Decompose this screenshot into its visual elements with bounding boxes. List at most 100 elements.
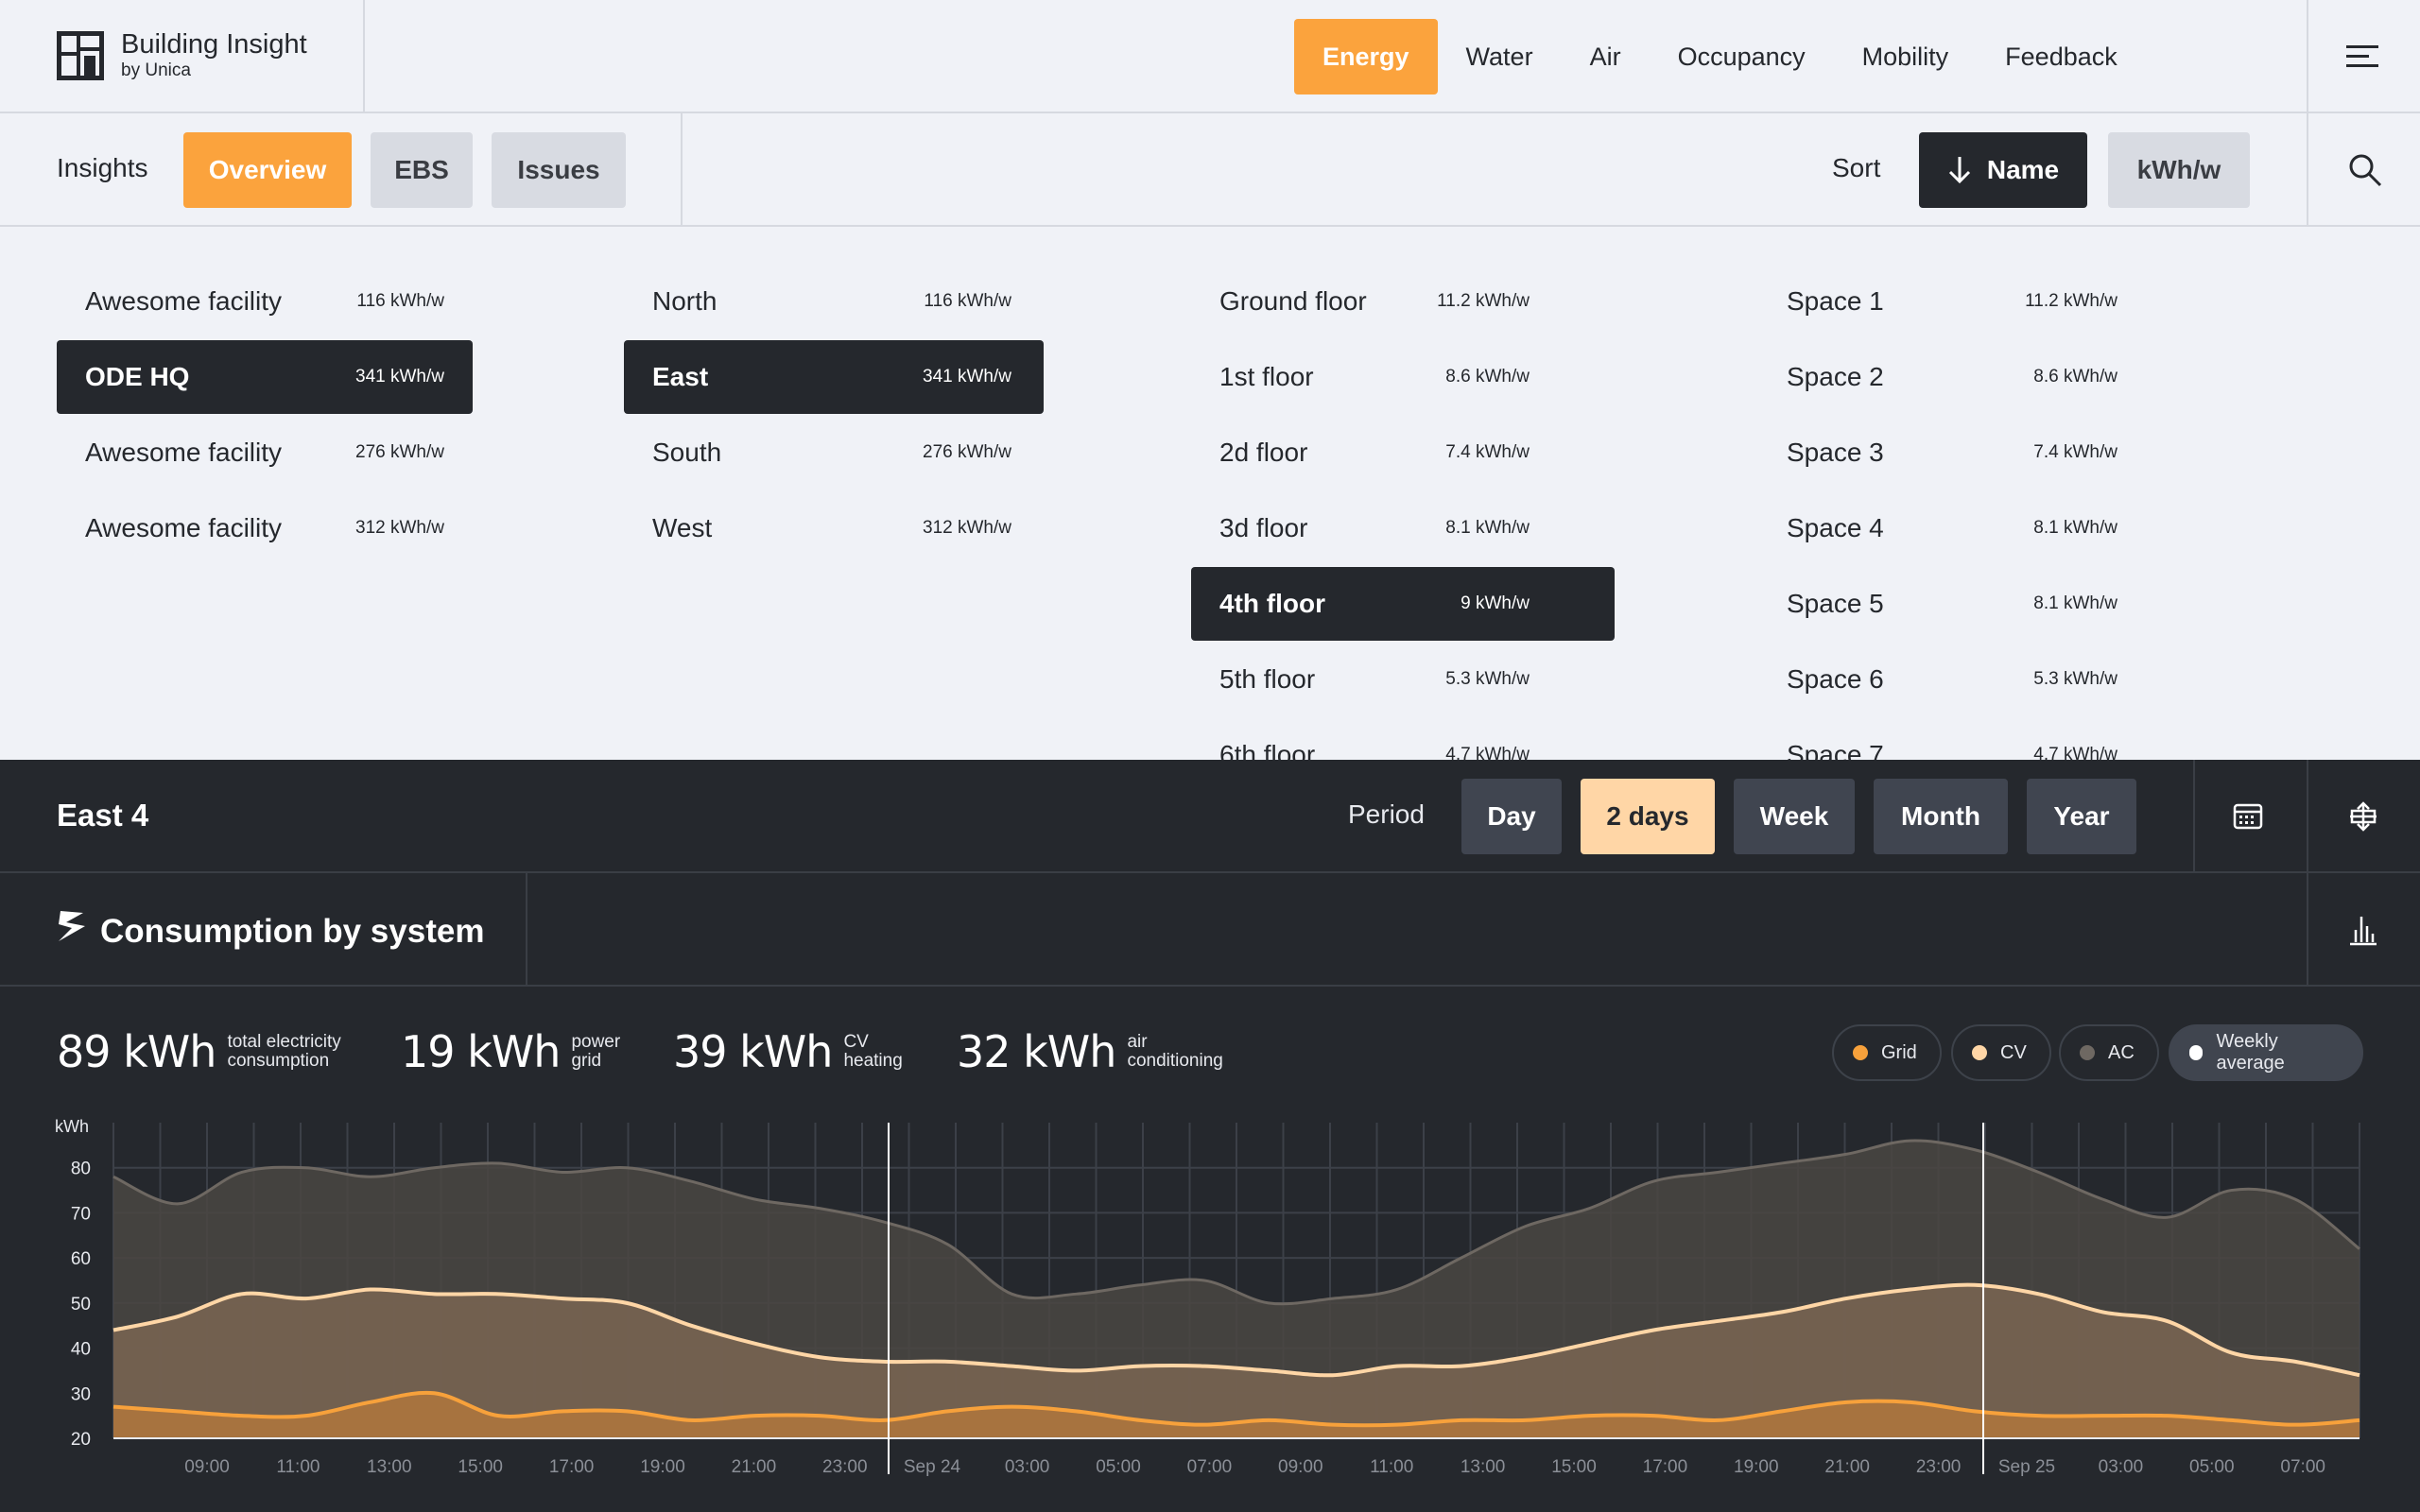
stat-total: 89 kWh total electricity consumption (57, 1026, 341, 1077)
sort-label: Sort (1832, 153, 1881, 182)
legend-cv-toggle[interactable]: CV (1951, 1024, 2051, 1081)
list-item[interactable]: East 341 kWh/w (624, 340, 1044, 414)
period-week-button[interactable]: Week (1734, 779, 1855, 854)
list-item[interactable]: Awesome facility 116 kWh/w (57, 265, 473, 338)
period-2days-button[interactable]: 2 days (1581, 779, 1715, 854)
legend-dot (1853, 1045, 1868, 1060)
insights-bar: Insights Overview EBS Issues Sort Name k… (0, 113, 2420, 227)
tab-issues[interactable]: Issues (492, 132, 626, 208)
list-item[interactable]: Space 6 5.3 kWh/w (1758, 643, 2146, 716)
list-item[interactable]: 6th floor 4.7 kWh/w (1191, 718, 1615, 760)
nav-feedback[interactable]: Feedback (1977, 19, 2146, 94)
divider (2193, 760, 2195, 873)
list-item[interactable]: Space 2 8.6 kWh/w (1758, 340, 2146, 414)
list-item[interactable]: North 116 kWh/w (624, 265, 1044, 338)
stat-cv: 39 kWh CV heating (673, 1026, 903, 1077)
list-item[interactable]: 1st floor 8.6 kWh/w (1191, 340, 1615, 414)
bar-chart-icon[interactable] (2348, 911, 2378, 947)
sort-name-label: Name (1986, 155, 2060, 184)
tab-ebs[interactable]: EBS (371, 132, 473, 208)
list-item[interactable]: Space 4 8.1 kWh/w (1758, 491, 2146, 565)
item-name: East (652, 362, 709, 391)
x-tick-label: Sep 24 (904, 1457, 961, 1477)
list-item[interactable]: Ground floor 11.2 kWh/w (1191, 265, 1615, 338)
divider (526, 873, 527, 987)
nav-water[interactable]: Water (1438, 19, 1562, 94)
x-tick-label: 19:00 (1734, 1457, 1779, 1477)
sort-by-kwh-button[interactable]: kWh/w (2108, 132, 2250, 208)
item-name: Space 3 (1787, 438, 1884, 467)
x-tick-label: 21:00 (1824, 1457, 1870, 1477)
period-year-button[interactable]: Year (2027, 779, 2136, 854)
y-axis-label: kWh (55, 1117, 89, 1136)
item-name: South (652, 438, 722, 467)
item-value: 7.4 kWh/w (2033, 442, 2118, 462)
item-name: 3d floor (1219, 513, 1308, 542)
list-item[interactable]: South 276 kWh/w (624, 416, 1044, 490)
section-title: Consumption by system (100, 913, 485, 950)
nav-air[interactable]: Air (1562, 19, 1650, 94)
period-month-button[interactable]: Month (1874, 779, 2008, 854)
stat-caption: CV heating (843, 1032, 903, 1071)
list-item[interactable]: Space 1 11.2 kWh/w (1758, 265, 2146, 338)
item-name: Awesome facility (85, 438, 283, 467)
list-item[interactable]: Space 3 7.4 kWh/w (1758, 416, 2146, 490)
tab-overview[interactable]: Overview (183, 132, 352, 208)
y-tick-label: 20 (71, 1430, 91, 1450)
item-name: Space 2 (1787, 362, 1884, 391)
x-tick-label: 15:00 (1551, 1457, 1597, 1477)
list-item[interactable]: 2d floor 7.4 kWh/w (1191, 416, 1615, 490)
nav-occupancy[interactable]: Occupancy (1650, 19, 1834, 94)
list-item[interactable]: 4th floor 9 kWh/w (1191, 567, 1615, 641)
list-item[interactable]: 3d floor 8.1 kWh/w (1191, 491, 1615, 565)
x-tick-label: 19:00 (640, 1457, 685, 1477)
x-tick-label: 11:00 (276, 1457, 320, 1477)
x-tick-label: 11:00 (1370, 1457, 1413, 1477)
insights-label: Insights (57, 153, 148, 182)
item-value: 341 kWh/w (923, 367, 1011, 387)
item-value: 11.2 kWh/w (2025, 291, 2118, 311)
item-value: 8.6 kWh/w (2033, 367, 2118, 387)
divider (2307, 760, 2308, 873)
stat-caption: power grid (571, 1032, 621, 1071)
detail-header: East 4 Period Day 2 days Week Month Year (0, 760, 2420, 873)
item-value: 5.3 kWh/w (2033, 669, 2118, 689)
calendar-icon[interactable] (2233, 801, 2263, 830)
y-tick-label: 80 (71, 1160, 91, 1179)
x-tick-label: 07:00 (2280, 1457, 2325, 1477)
list-item[interactable]: Awesome facility 276 kWh/w (57, 416, 473, 490)
list-item[interactable]: Space 7 4.7 kWh/w (1758, 718, 2146, 760)
legend-grid-toggle[interactable]: Grid (1832, 1024, 1942, 1081)
x-tick-label: 23:00 (822, 1457, 868, 1477)
y-tick-label: 50 (71, 1295, 91, 1314)
list-item[interactable]: Space 5 8.1 kWh/w (1758, 567, 2146, 641)
legend-weekly-average-toggle[interactable]: Weekly average (2169, 1024, 2363, 1081)
main-nav: Energy Water Air Occupancy Mobility Feed… (1294, 19, 2146, 94)
list-item[interactable]: Awesome facility 312 kWh/w (57, 491, 473, 565)
nav-energy[interactable]: Energy (1294, 19, 1438, 94)
item-name: North (652, 286, 717, 316)
item-value: 8.1 kWh/w (1445, 518, 1530, 538)
sort-by-name-button[interactable]: Name (1919, 132, 2087, 208)
x-tick-label: 15:00 (458, 1457, 503, 1477)
divider (681, 113, 683, 225)
legend-ac-toggle[interactable]: AC (2059, 1024, 2159, 1081)
x-tick-label: 05:00 (2189, 1457, 2235, 1477)
item-name: Ground floor (1219, 286, 1367, 316)
item-value: 8.1 kWh/w (2033, 593, 2118, 613)
compare-arrows-icon[interactable] (2346, 799, 2380, 833)
period-day-button[interactable]: Day (1461, 779, 1562, 854)
brand: Building Insight by Unica (121, 28, 307, 81)
list-item[interactable]: 5th floor 5.3 kWh/w (1191, 643, 1615, 716)
item-value: 11.2 kWh/w (1437, 291, 1530, 311)
item-name: Space 1 (1787, 286, 1884, 316)
consumption-chart: 20 30 40 50 60 70 80 kWh 09:00 11:00 13:00 15:00 17:… (55, 1117, 2360, 1477)
legend-dot (2080, 1045, 2095, 1060)
list-item[interactable]: ODE HQ 341 kWh/w (57, 340, 473, 414)
brand-subtitle: by Unica (121, 60, 191, 80)
nav-mobility[interactable]: Mobility (1834, 19, 1978, 94)
search-icon[interactable] (2346, 151, 2384, 189)
list-item[interactable]: West 312 kWh/w (624, 491, 1044, 565)
x-tick-label: 03:00 (1005, 1457, 1050, 1477)
hamburger-menu-icon[interactable] (2344, 40, 2382, 74)
